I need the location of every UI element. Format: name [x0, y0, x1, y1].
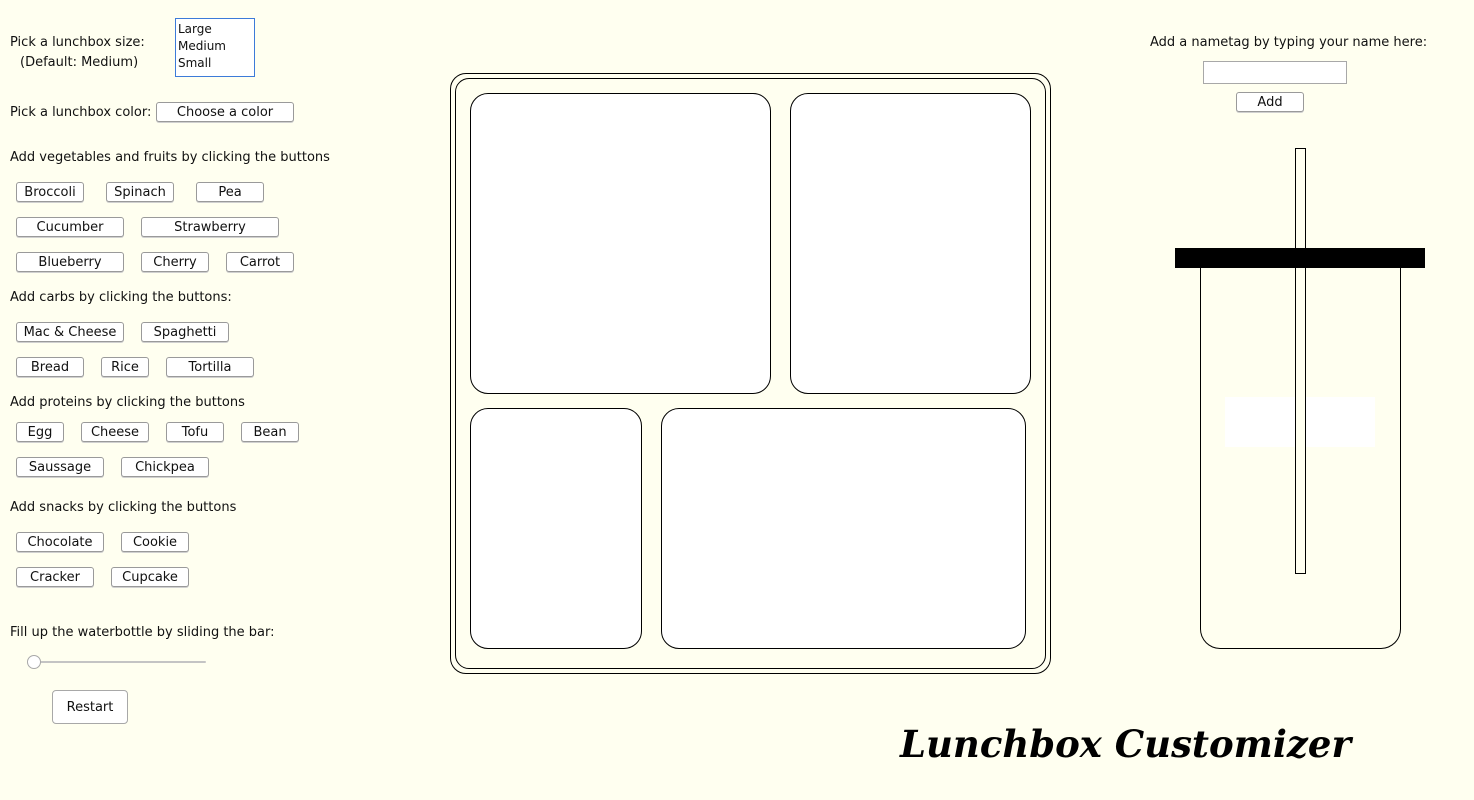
size-option-large[interactable]: Large — [176, 21, 254, 38]
restart-button[interactable]: Restart — [52, 690, 128, 724]
color-label: Pick a lunchbox color: — [10, 105, 152, 120]
blueberry-button[interactable]: Blueberry — [16, 252, 124, 272]
cheese-button[interactable]: Cheese — [81, 422, 149, 442]
compartment-bottom-left — [470, 408, 642, 649]
chickpea-button[interactable]: Chickpea — [121, 457, 209, 477]
cucumber-button[interactable]: Cucumber — [16, 217, 124, 237]
saussage-button[interactable]: Saussage — [16, 457, 104, 477]
cherry-button[interactable]: Cherry — [141, 252, 209, 272]
proteins-label: Add proteins by clicking the buttons — [10, 395, 245, 410]
rice-button[interactable]: Rice — [101, 357, 149, 377]
spinach-button[interactable]: Spinach — [106, 182, 174, 202]
tortilla-button[interactable]: Tortilla — [166, 357, 254, 377]
size-option-small[interactable]: Small — [176, 55, 254, 72]
vegetables-label: Add vegetables and fruits by clicking th… — [10, 150, 330, 165]
pea-button[interactable]: Pea — [196, 182, 264, 202]
add-nametag-button[interactable]: Add — [1236, 92, 1304, 112]
app-title: Lunchbox Customizer — [900, 722, 1351, 766]
chocolate-button[interactable]: Chocolate — [16, 532, 104, 552]
egg-button[interactable]: Egg — [16, 422, 64, 442]
bottle-straw — [1295, 148, 1306, 574]
strawberry-button[interactable]: Strawberry — [141, 217, 279, 237]
size-listbox[interactable]: Large Medium Small — [175, 18, 255, 77]
cupcake-button[interactable]: Cupcake — [111, 567, 189, 587]
cookie-button[interactable]: Cookie — [121, 532, 189, 552]
compartment-top-left — [470, 93, 771, 394]
carbs-label: Add carbs by clicking the buttons: — [10, 290, 232, 305]
water-slider-thumb[interactable] — [27, 655, 41, 669]
choose-color-button[interactable]: Choose a color — [156, 102, 294, 122]
cracker-button[interactable]: Cracker — [16, 567, 94, 587]
compartment-bottom-right — [661, 408, 1026, 649]
tofu-button[interactable]: Tofu — [166, 422, 224, 442]
size-option-medium[interactable]: Medium — [176, 38, 254, 55]
mac-cheese-button[interactable]: Mac & Cheese — [16, 322, 124, 342]
water-slider-track[interactable] — [34, 661, 206, 663]
spaghetti-button[interactable]: Spaghetti — [141, 322, 229, 342]
bottle-lid — [1175, 248, 1425, 268]
carrot-button[interactable]: Carrot — [226, 252, 294, 272]
size-default-note: (Default: Medium) — [20, 55, 139, 70]
snacks-label: Add snacks by clicking the buttons — [10, 500, 237, 515]
nametag-input[interactable] — [1203, 61, 1347, 84]
bean-button[interactable]: Bean — [241, 422, 299, 442]
nametag-label: Add a nametag by typing your name here: — [1150, 35, 1428, 50]
broccoli-button[interactable]: Broccoli — [16, 182, 84, 202]
water-label: Fill up the waterbottle by sliding the b… — [10, 625, 275, 640]
compartment-top-right — [790, 93, 1031, 394]
size-label: Pick a lunchbox size: — [10, 35, 145, 50]
bread-button[interactable]: Bread — [16, 357, 84, 377]
